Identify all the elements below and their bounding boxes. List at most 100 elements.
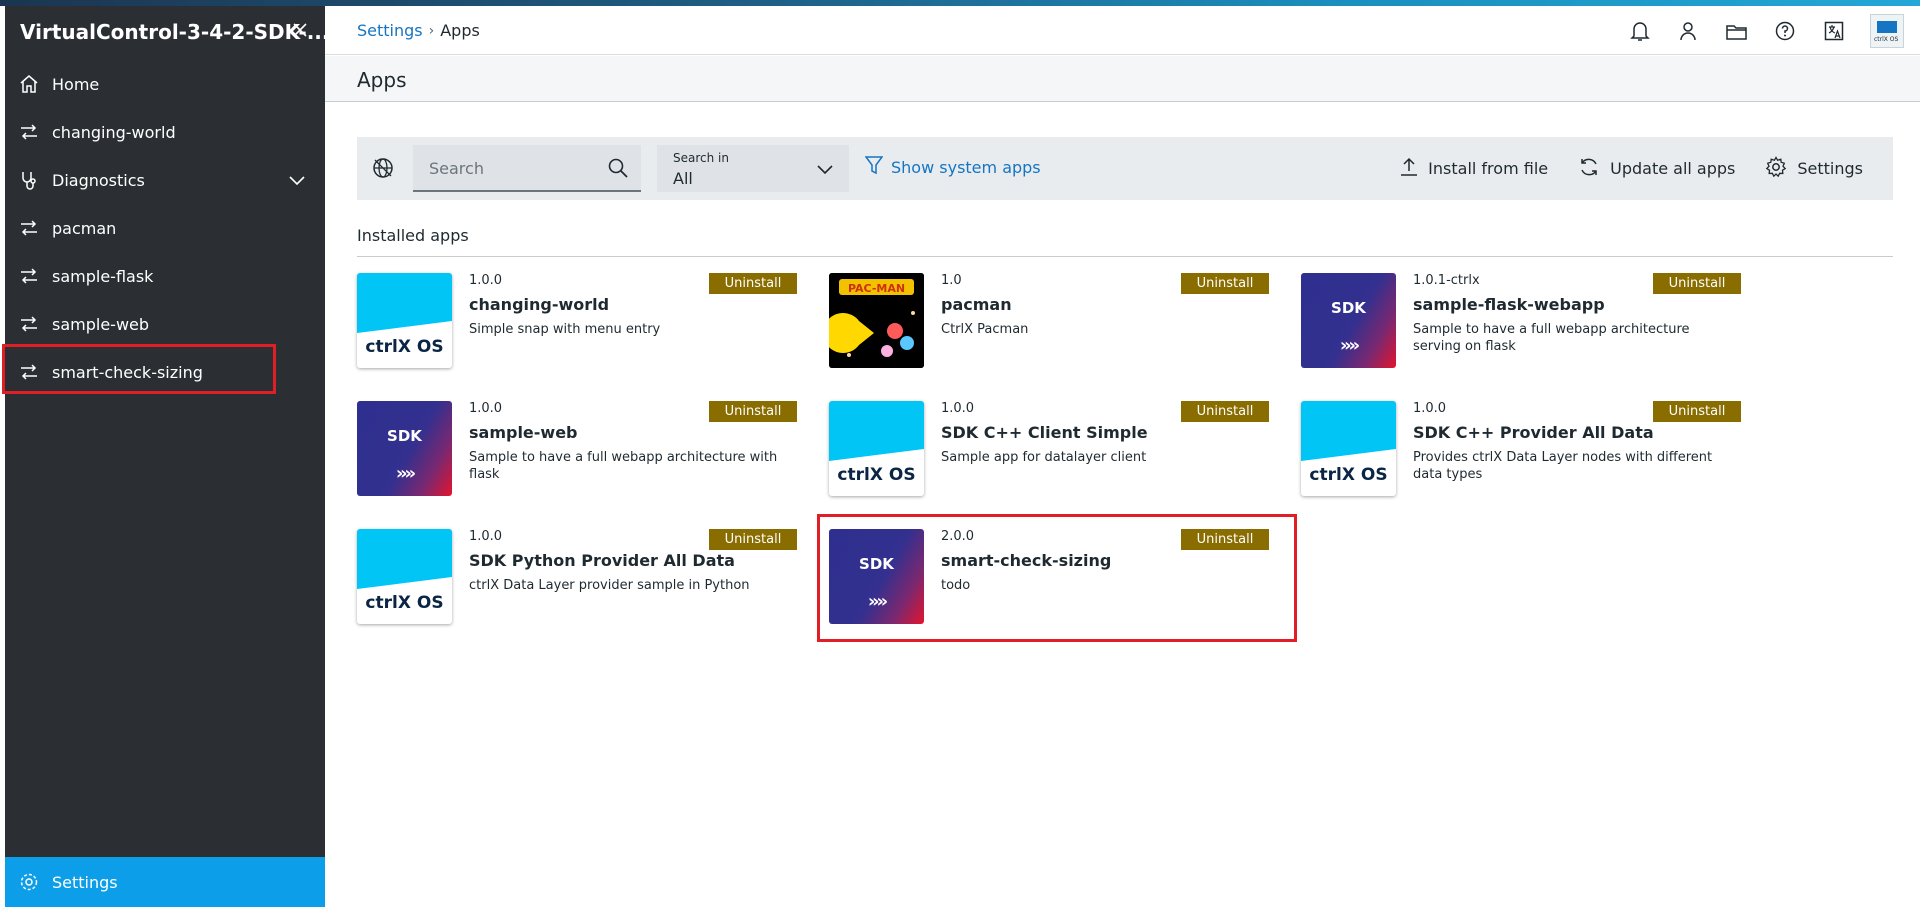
search-field: [413, 145, 641, 192]
app-name: changing-world: [469, 295, 610, 314]
app-card[interactable]: ctrlX OS 1.0.0 SDK C++ Provider All Data…: [1301, 401, 1741, 497]
folder-icon[interactable]: [1713, 14, 1762, 48]
diagnostics-icon: [17, 168, 41, 192]
apps-settings-label: Settings: [1797, 159, 1863, 178]
app-name: SDK Python Provider All Data: [469, 551, 735, 570]
app-description: Sample app for datalayer client: [941, 450, 1147, 465]
sidebar-item-sample-flask[interactable]: sample-flask: [5, 252, 325, 300]
app-icon: [17, 264, 41, 288]
search-input[interactable]: [429, 157, 599, 179]
app-card[interactable]: SDK »» 1.0.0 sample-web Sample to have a…: [357, 401, 797, 497]
app-version: 1.0.0: [469, 273, 503, 288]
page-title: Apps: [357, 68, 407, 92]
highlight-box-sidebar: [2, 344, 276, 394]
sidebar-item-label: changing-world: [52, 122, 176, 142]
update-all-apps-button[interactable]: Update all apps: [1578, 156, 1735, 182]
highlight-box-app-card: [817, 514, 1297, 642]
gear-icon: [1765, 155, 1787, 182]
app-version: 1.0.0: [469, 401, 503, 416]
user-icon[interactable]: [1664, 14, 1713, 48]
show-system-apps-button[interactable]: Show system apps: [864, 155, 1041, 179]
app-card[interactable]: ctrlX OS 1.0.0 SDK C++ Client Simple Sam…: [829, 401, 1269, 497]
search-icon[interactable]: [607, 157, 629, 179]
app-name: sample-web: [469, 423, 578, 442]
sidebar: VirtualControl-3-4-2-SDK-... Home changi…: [5, 6, 329, 907]
sidebar-item-settings[interactable]: Settings: [5, 857, 325, 907]
uninstall-button[interactable]: Uninstall: [1653, 273, 1741, 294]
ctrlx-os-logo: ctrlX OS: [357, 529, 452, 624]
install-from-file-label: Install from file: [1428, 159, 1549, 178]
app-version: 1.0.0: [469, 529, 503, 544]
app-name: sample-flask-webapp: [1413, 295, 1605, 314]
apps-settings-button[interactable]: Settings: [1765, 155, 1863, 182]
search-in-caption: Search in: [673, 151, 729, 165]
bell-icon[interactable]: [1616, 14, 1665, 48]
section-divider: [357, 256, 1893, 257]
close-icon[interactable]: [289, 19, 311, 41]
page-title-bar: Apps: [325, 56, 1920, 102]
chevron-down-icon: [815, 159, 835, 179]
help-icon[interactable]: [1761, 14, 1810, 48]
home-icon: [17, 72, 41, 96]
search-in-value: All: [673, 169, 693, 188]
upload-icon: [1400, 157, 1418, 181]
sidebar-item-label: sample-flask: [52, 266, 154, 286]
sidebar-item-label: Home: [52, 74, 100, 94]
sidebar-item-sample-web[interactable]: sample-web: [5, 300, 325, 348]
sidebar-item-diagnostics[interactable]: Diagnostics: [5, 156, 325, 204]
app-version: 1.0.0: [1413, 401, 1447, 416]
breadcrumb: Settings › Apps: [357, 21, 480, 40]
app-card[interactable]: SDK »» 1.0.1-ctrlx sample-flask-webapp S…: [1301, 273, 1741, 369]
gear-icon: [17, 870, 41, 894]
sidebar-item-pacman[interactable]: pacman: [5, 204, 325, 252]
sidebar-item-home[interactable]: Home: [5, 60, 325, 108]
chevron-down-icon[interactable]: [287, 170, 307, 190]
uninstall-button[interactable]: Uninstall: [709, 529, 797, 550]
app-name: SDK C++ Client Simple: [941, 423, 1148, 442]
app-description: Simple snap with menu entry: [469, 322, 661, 337]
uninstall-button[interactable]: Uninstall: [1181, 401, 1269, 422]
top-header: Settings › Apps ctrlX OS: [325, 6, 1920, 55]
app-description: Sample to have a full webapp architectur…: [1413, 322, 1690, 354]
app-name: pacman: [941, 295, 1012, 314]
sidebar-item-label: pacman: [52, 218, 117, 238]
app-icon: [17, 312, 41, 336]
install-from-file-button[interactable]: Install from file: [1400, 157, 1548, 181]
pacman-logo: PAC-MAN: [829, 273, 924, 368]
language-icon[interactable]: [1810, 14, 1859, 48]
sidebar-item-label: sample-web: [52, 314, 150, 334]
show-system-apps-label: Show system apps: [891, 157, 1041, 177]
uninstall-button[interactable]: Uninstall: [1653, 401, 1741, 422]
breadcrumb-separator-icon: ›: [428, 22, 435, 39]
sidebar-item-changing-world[interactable]: changing-world: [5, 108, 325, 156]
app-card[interactable]: PAC-MAN 1.0 pacman CtrlX Pacman Uninstal…: [829, 273, 1269, 369]
uninstall-button[interactable]: Uninstall: [709, 401, 797, 422]
update-all-apps-label: Update all apps: [1610, 159, 1736, 178]
globe-off-icon[interactable]: [371, 156, 395, 180]
app-description: CtrlX Pacman: [941, 322, 1029, 337]
sdk-logo: SDK »»: [1301, 273, 1396, 368]
app-description: ctrlX Data Layer provider sample in Pyth…: [469, 578, 750, 593]
app-description: Sample to have a full webapp architectur…: [469, 450, 778, 482]
refresh-icon: [1578, 156, 1600, 182]
app-card[interactable]: ctrlX OS 1.0.0 changing-world Simple sna…: [357, 273, 797, 369]
uninstall-button[interactable]: Uninstall: [1181, 273, 1269, 294]
app-icon: [17, 120, 41, 144]
app-name: SDK C++ Provider All Data: [1413, 423, 1654, 442]
app-version: 1.0.1-ctrlx: [1413, 273, 1480, 288]
app-description: Provides ctrlX Data Layer nodes with dif…: [1413, 450, 1713, 482]
sdk-logo: SDK »»: [357, 401, 452, 496]
uninstall-button[interactable]: Uninstall: [709, 273, 797, 294]
toolbar-actions: Install from file Update all apps Settin…: [1400, 137, 1893, 200]
app-icon: [17, 216, 41, 240]
app-card[interactable]: ctrlX OS 1.0.0 SDK Python Provider All D…: [357, 529, 797, 625]
breadcrumb-settings-link[interactable]: Settings: [357, 21, 423, 40]
search-in-select[interactable]: Search in All: [657, 145, 849, 192]
ctrlx-os-logo: ctrlX OS: [1301, 401, 1396, 496]
sidebar-header: VirtualControl-3-4-2-SDK-...: [5, 6, 329, 56]
device-title: VirtualControl-3-4-2-SDK-...: [20, 20, 330, 44]
breadcrumb-current: Apps: [440, 21, 480, 40]
filter-icon: [864, 155, 884, 179]
svg-text:PAC-MAN: PAC-MAN: [848, 282, 905, 295]
apps-toolbar: Search in All Show system apps Install f…: [357, 137, 1893, 200]
